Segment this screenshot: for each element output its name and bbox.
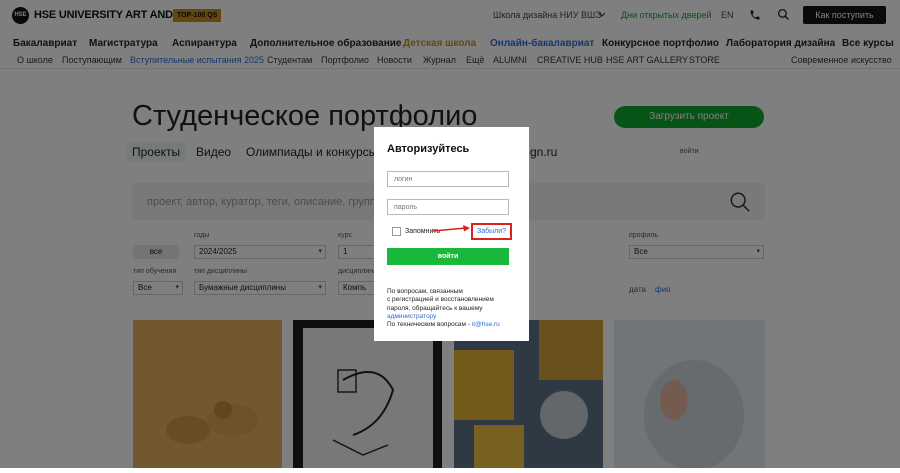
help-line: По техническим вопросам - it@hse.ru [387, 321, 517, 329]
login-modal-title: Авторизуйтесь [387, 143, 470, 155]
login-input[interactable] [387, 171, 509, 187]
login-help-text: По вопросам, связанным с регистрацией и … [387, 288, 517, 329]
help-line: пароля, обращайтесь к вашему [387, 304, 483, 312]
page: HSE HSE UNIVERSITY ART AND DESIGN TOP-10… [0, 0, 900, 470]
tech-support-label: По техническим вопросам - [387, 321, 470, 329]
remember-checkbox[interactable] [392, 227, 401, 236]
annotation-arrow-icon [432, 225, 470, 232]
support-email-link[interactable]: it@hse.ru [472, 321, 500, 328]
password-input[interactable] [387, 199, 509, 215]
forgot-password-link[interactable]: Забыли? [471, 223, 512, 240]
admin-contact-link[interactable]: администратору [387, 313, 517, 321]
help-line: с регистрацией и восстановлением [387, 296, 494, 304]
login-submit-button[interactable]: войти [387, 248, 509, 265]
